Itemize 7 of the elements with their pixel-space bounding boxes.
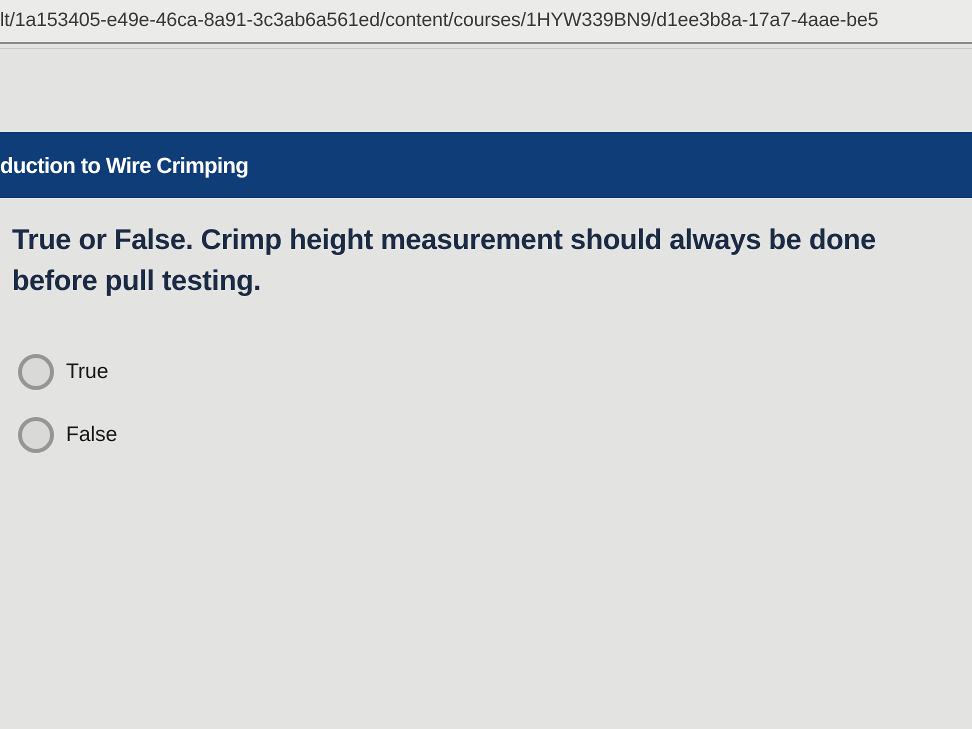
question-text: True or False. Crimp height measurement should always be done before pull testing. xyxy=(11,223,877,300)
course-title: duction to Wire Crimping xyxy=(0,152,248,180)
option-label[interactable]: True xyxy=(66,356,108,388)
radio-button[interactable] xyxy=(18,354,54,390)
option-label[interactable]: False xyxy=(66,419,118,451)
address-bar-url: lt/1a153405-e49e-46ca-8a91-3c3ab6a561ed/content/courses/1HYW339BN9/d1ee3b8a-17a7-4aae-be5 xyxy=(0,8,878,33)
radio-button[interactable] xyxy=(18,417,54,454)
